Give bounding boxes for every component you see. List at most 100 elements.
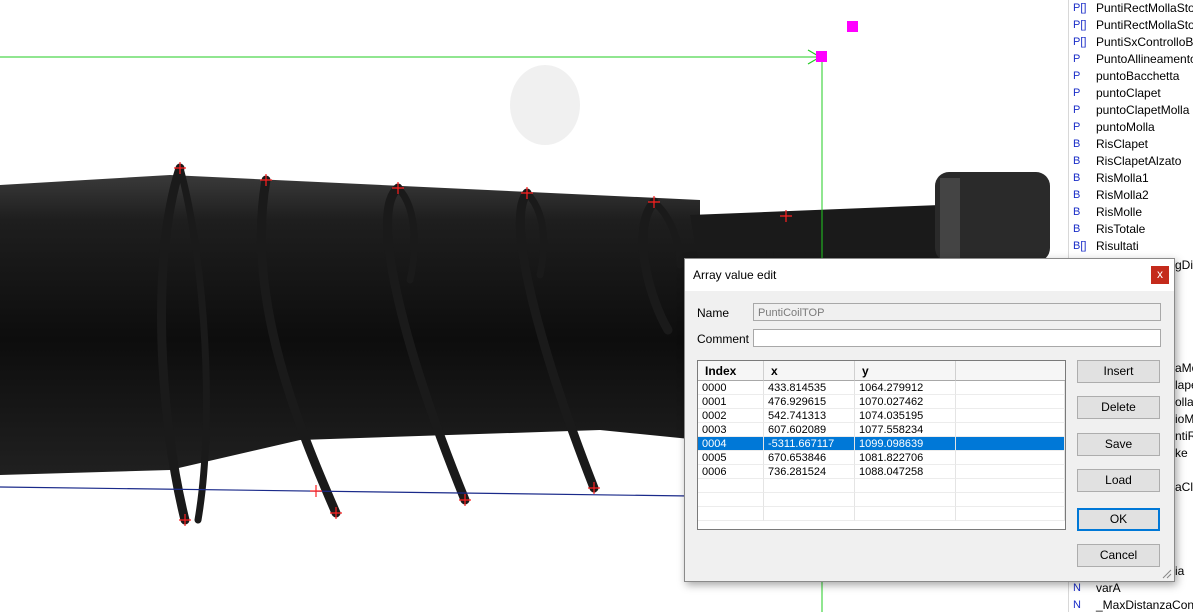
dialog-titlebar[interactable]: Array value edit x [685, 259, 1174, 291]
cell-x[interactable] [764, 507, 855, 521]
cell-y[interactable]: 1064.279912 [855, 381, 956, 395]
cell-y[interactable]: 1070.027462 [855, 395, 956, 409]
variable-row[interactable]: PpuntoMolla [1069, 119, 1193, 136]
close-button[interactable]: x [1151, 266, 1169, 284]
variable-type: B[] [1073, 240, 1087, 252]
variable-type: B [1073, 223, 1081, 235]
cell-empty[interactable] [956, 507, 1065, 521]
cell-empty[interactable] [956, 493, 1065, 507]
cell-empty[interactable] [956, 465, 1065, 479]
save-button[interactable]: Save [1077, 433, 1160, 456]
dialog-title: Array value edit [693, 268, 777, 282]
variable-row[interactable]: P[] PuntiRectMollaSto [1069, 17, 1193, 34]
table-row[interactable]: 0001 476.929615 1070.027462 [698, 395, 1065, 409]
name-field: PuntiCoilTOP [753, 303, 1161, 321]
column-header-x[interactable]: x [764, 361, 855, 381]
cell-x[interactable] [764, 479, 855, 493]
cancel-button[interactable]: Cancel [1077, 544, 1160, 567]
variable-row[interactable]: B RisClapet [1069, 136, 1193, 153]
variable-row[interactable]: PpuntoClapet [1069, 85, 1193, 102]
cell-y[interactable] [855, 479, 956, 493]
column-header-y[interactable]: y [855, 361, 956, 381]
table-row[interactable]: 0004 -5311.667117 1099.098639 [698, 437, 1065, 451]
marker-square[interactable] [847, 21, 858, 32]
comment-field[interactable] [753, 329, 1161, 347]
cell-index[interactable]: 0003 [698, 423, 764, 437]
table-row[interactable] [698, 479, 1065, 493]
cell-y[interactable] [855, 493, 956, 507]
marker-square[interactable] [816, 51, 827, 62]
variable-type: P [1073, 104, 1081, 116]
cell-x[interactable]: 542.741313 [764, 409, 855, 423]
cell-empty[interactable] [956, 395, 1065, 409]
variable-row[interactable]: P[] PuntiRectMollaSto [1069, 0, 1193, 17]
cell-index[interactable] [698, 493, 764, 507]
cell-index[interactable]: 0006 [698, 465, 764, 479]
variable-row[interactable]: NvarA [1069, 580, 1193, 597]
cell-index[interactable] [698, 507, 764, 521]
variable-row[interactable]: B RisTotale [1069, 221, 1193, 238]
variable-row[interactable]: P[] PuntiSxControlloBa [1069, 34, 1193, 51]
cell-x[interactable]: 433.814535 [764, 381, 855, 395]
load-button[interactable]: Load [1077, 469, 1160, 492]
variable-row[interactable]: B RisMolla1 [1069, 170, 1193, 187]
cell-empty[interactable] [956, 409, 1065, 423]
cell-x[interactable]: 736.281524 [764, 465, 855, 479]
variable-name: RisMolla1 [1096, 171, 1149, 185]
cell-x[interactable]: 670.653846 [764, 451, 855, 465]
variable-name: RisMolla2 [1096, 188, 1149, 202]
name-label: Name [697, 306, 730, 320]
variable-row[interactable]: PpuntoBacchetta [1069, 68, 1193, 85]
cell-index[interactable]: 0004 [698, 437, 764, 451]
delete-button[interactable]: Delete [1077, 396, 1160, 419]
cell-y[interactable]: 1081.822706 [855, 451, 956, 465]
variable-name: varA [1096, 581, 1121, 595]
variable-name: olla [1175, 395, 1193, 409]
table-row[interactable]: 0006 736.281524 1088.047258 [698, 465, 1065, 479]
table-row[interactable]: 0005 670.653846 1081.822706 [698, 451, 1065, 465]
variable-name: puntoBacchetta [1096, 69, 1180, 83]
cell-empty[interactable] [956, 381, 1065, 395]
variable-row[interactable]: P PuntoAllineamento [1069, 51, 1193, 68]
array-value-edit-dialog: Array value edit x Name PuntiCoilTOP Com… [684, 258, 1175, 582]
cell-y[interactable]: 1077.558234 [855, 423, 956, 437]
cell-y[interactable]: 1099.098639 [855, 437, 956, 451]
variable-row[interactable]: B RisMolle [1069, 204, 1193, 221]
table-row[interactable]: 0000 433.814535 1064.279912 [698, 381, 1065, 395]
variable-row[interactable]: PpuntoClapetMolla [1069, 102, 1193, 119]
table-row[interactable] [698, 507, 1065, 521]
insert-button[interactable]: Insert [1077, 360, 1160, 383]
cell-empty[interactable] [956, 479, 1065, 493]
cell-empty[interactable] [956, 451, 1065, 465]
array-grid[interactable]: Index x y 0000 433.814535 1064.279912 0001 4… [697, 360, 1066, 530]
cell-x[interactable]: -5311.667117 [764, 437, 855, 451]
ok-button[interactable]: OK [1077, 508, 1160, 531]
cell-x[interactable]: 607.602089 [764, 423, 855, 437]
resize-grip-icon[interactable] [1160, 567, 1172, 579]
table-row[interactable] [698, 493, 1065, 507]
variable-name: lapet [1175, 378, 1193, 392]
column-header-index[interactable]: Index [698, 361, 764, 381]
cell-index[interactable]: 0002 [698, 409, 764, 423]
variable-row[interactable]: B RisMolla2 [1069, 187, 1193, 204]
variable-row[interactable]: B[] Risultati [1069, 238, 1193, 255]
cell-index[interactable] [698, 479, 764, 493]
cell-x[interactable] [764, 493, 855, 507]
variable-type: P [1073, 53, 1081, 65]
table-row[interactable]: 0003 607.602089 1077.558234 [698, 423, 1065, 437]
cell-y[interactable]: 1074.035195 [855, 409, 956, 423]
cell-y[interactable]: 1088.047258 [855, 465, 956, 479]
cell-empty[interactable] [956, 437, 1065, 451]
table-row[interactable]: 0002 542.741313 1074.035195 [698, 409, 1065, 423]
cell-index[interactable]: 0001 [698, 395, 764, 409]
cell-index[interactable]: 0000 [698, 381, 764, 395]
variable-type: P[] [1073, 2, 1087, 14]
cell-x[interactable]: 476.929615 [764, 395, 855, 409]
variable-name: PuntiSxControlloBa [1096, 35, 1193, 49]
variable-row[interactable]: N _MaxDistanzaCont [1069, 597, 1193, 612]
variable-row[interactable]: B RisClapetAlzato [1069, 153, 1193, 170]
cell-index[interactable]: 0005 [698, 451, 764, 465]
cell-empty[interactable] [956, 423, 1065, 437]
variable-type: N [1073, 582, 1081, 594]
cell-y[interactable] [855, 507, 956, 521]
